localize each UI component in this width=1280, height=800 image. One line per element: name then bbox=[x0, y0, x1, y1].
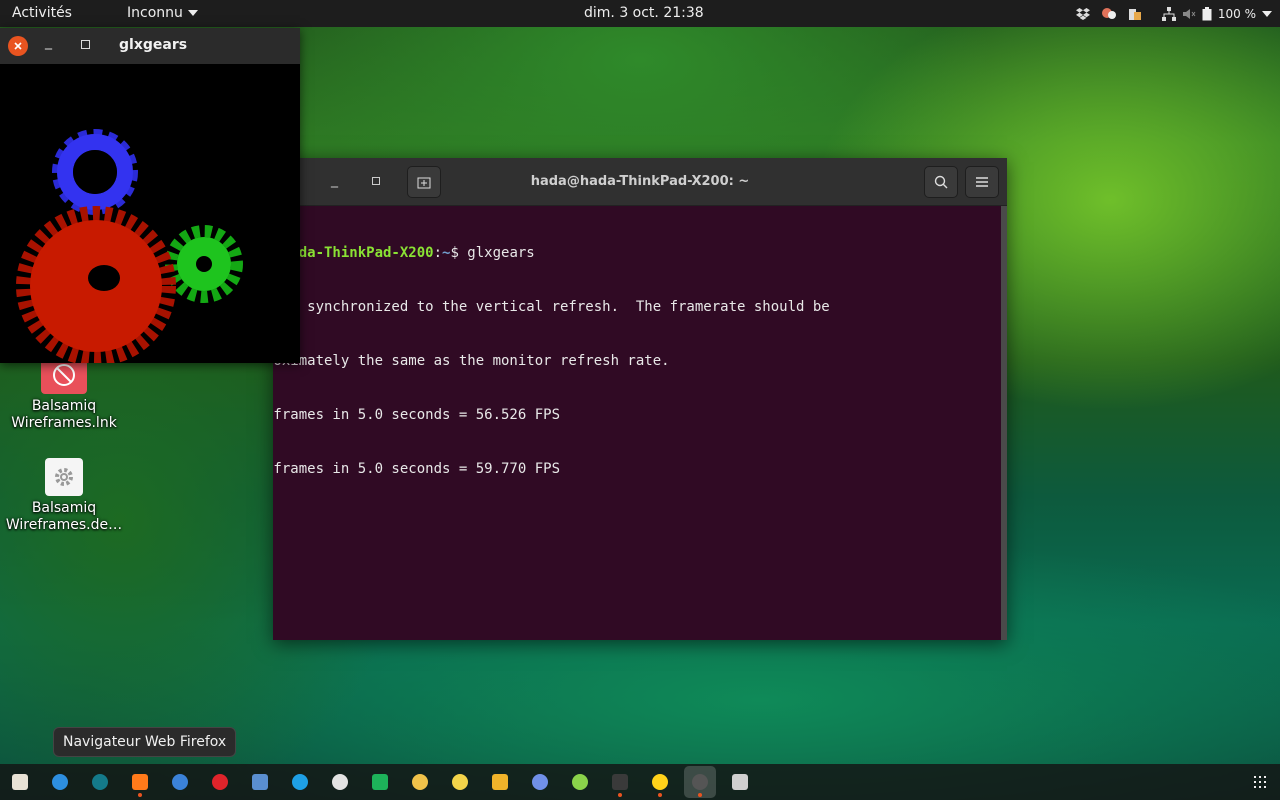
editor-icon bbox=[652, 774, 668, 790]
dock-app-glxgears[interactable] bbox=[684, 766, 716, 798]
running-indicator bbox=[658, 793, 662, 797]
close-icon bbox=[14, 42, 22, 50]
running-indicator bbox=[618, 793, 622, 797]
battery-percent: 100 % bbox=[1217, 6, 1256, 21]
system-status-menu[interactable]: 100 % bbox=[1161, 6, 1272, 21]
glxgears-titlebar[interactable]: _ glxgears bbox=[0, 28, 300, 64]
yellow-app-icon bbox=[412, 774, 428, 790]
terminal-titlebar[interactable]: _ hada@hada-ThinkPad-X200: ~ bbox=[273, 158, 1007, 206]
prompt-command: $ glxgears bbox=[450, 245, 535, 261]
dock-app-editor[interactable] bbox=[644, 766, 676, 798]
notification-icon[interactable] bbox=[1096, 0, 1122, 27]
terminal-line: roximately the same as the monitor refre… bbox=[273, 353, 670, 369]
desktop-icon-label: Wireframes.lnk bbox=[11, 415, 117, 431]
dock-app-slack[interactable] bbox=[324, 766, 356, 798]
firefox-icon bbox=[132, 774, 148, 790]
glxgears-icon bbox=[692, 774, 708, 790]
dock-app-gitkraken[interactable] bbox=[84, 766, 116, 798]
app-menu-label: Inconnu bbox=[127, 5, 183, 21]
dock-app-terminal[interactable] bbox=[604, 766, 636, 798]
dock-app-disk[interactable] bbox=[724, 766, 756, 798]
chevron-down-icon bbox=[187, 10, 198, 16]
slack-icon bbox=[332, 774, 348, 790]
running-indicator bbox=[138, 793, 142, 797]
files-icon bbox=[12, 774, 28, 790]
terminal-prompt-line: a@hada-ThinkPad-X200:~$ glxgears bbox=[273, 244, 1001, 262]
dock-app-archive[interactable] bbox=[484, 766, 516, 798]
glxgears-title: glxgears bbox=[119, 37, 188, 53]
dock-app-notes[interactable] bbox=[444, 766, 476, 798]
dock-app-files[interactable] bbox=[4, 766, 36, 798]
dock-app-vscode[interactable] bbox=[44, 766, 76, 798]
dock-app-yellow-app[interactable] bbox=[404, 766, 436, 798]
desktop-icon-label: Balsamiq bbox=[31, 500, 97, 516]
terminal-icon bbox=[612, 774, 628, 790]
terminal-line: frames in 5.0 seconds = 59.770 FPS bbox=[273, 461, 561, 477]
desktop-icon-balsamiq-desktop[interactable]: Balsamiq Wireframes.de… bbox=[1, 458, 127, 534]
opera-icon bbox=[212, 774, 228, 790]
disk-icon bbox=[732, 774, 748, 790]
volume-muted-icon bbox=[1182, 8, 1196, 19]
clock[interactable]: dim. 3 oct. 21:38 bbox=[584, 5, 704, 21]
search-button[interactable] bbox=[924, 166, 958, 198]
terminal-output[interactable]: a@hada-ThinkPad-X200:~$ glxgears ning sy… bbox=[273, 206, 1001, 640]
hamburger-menu-button[interactable] bbox=[965, 166, 999, 198]
vscode-icon bbox=[52, 774, 68, 790]
earth-icon bbox=[252, 774, 268, 790]
show-applications-icon[interactable] bbox=[1254, 776, 1266, 788]
app-menu[interactable]: Inconnu bbox=[127, 5, 198, 21]
battery-icon bbox=[1202, 6, 1212, 20]
clipboard-icon[interactable] bbox=[1122, 0, 1148, 27]
screenshot-icon bbox=[532, 774, 548, 790]
dock bbox=[0, 764, 1280, 800]
archive-icon bbox=[492, 774, 508, 790]
maximize-button[interactable] bbox=[81, 40, 90, 49]
dock-app-yandex[interactable] bbox=[364, 766, 396, 798]
network-icon bbox=[1161, 6, 1176, 21]
gears-render bbox=[16, 129, 243, 363]
close-button[interactable] bbox=[8, 36, 28, 56]
gitkraken-icon bbox=[92, 774, 108, 790]
glxgears-window: _ glxgears bbox=[0, 28, 300, 363]
dock-tooltip: Navigateur Web Firefox bbox=[53, 727, 237, 757]
terminal-line: ning synchronized to the vertical refres… bbox=[273, 299, 830, 315]
dock-app-chromium[interactable] bbox=[164, 766, 196, 798]
terminal-title: hada@hada-ThinkPad-X200: ~ bbox=[530, 174, 750, 189]
top-bar: Activités Inconnu dim. 3 oct. 21:38 100 … bbox=[0, 0, 1280, 27]
dropbox-icon[interactable] bbox=[1070, 0, 1096, 27]
prompt-separator: : bbox=[433, 245, 443, 261]
green-gear bbox=[165, 225, 243, 303]
yandex-icon bbox=[372, 774, 388, 790]
blue-gear bbox=[52, 129, 138, 215]
dock-app-skype[interactable] bbox=[284, 766, 316, 798]
chevron-down-icon bbox=[1262, 10, 1272, 17]
red-gear bbox=[16, 206, 176, 363]
dock-app-firefox[interactable] bbox=[124, 766, 156, 798]
chromium-icon bbox=[172, 774, 188, 790]
running-indicator bbox=[698, 793, 702, 797]
dock-app-android[interactable] bbox=[564, 766, 596, 798]
terminal-window: _ hada@hada-ThinkPad-X200: ~ a@hada-Thin… bbox=[273, 158, 1007, 640]
desktop-icon-balsamiq-lnk[interactable]: Balsamiq Wireframes.lnk bbox=[1, 356, 127, 432]
desktop-icon-label: Wireframes.de… bbox=[5, 517, 123, 533]
gear-icon bbox=[45, 458, 83, 496]
search-icon bbox=[934, 175, 948, 189]
activities-button[interactable]: Activités bbox=[12, 5, 72, 21]
notes-icon bbox=[452, 774, 468, 790]
minimize-button[interactable]: _ bbox=[45, 34, 52, 50]
system-tray: 100 % bbox=[1070, 0, 1272, 27]
dock-app-earth[interactable] bbox=[244, 766, 276, 798]
skype-icon bbox=[292, 774, 308, 790]
android-icon bbox=[572, 774, 588, 790]
dock-app-screenshot[interactable] bbox=[524, 766, 556, 798]
dock-app-opera[interactable] bbox=[204, 766, 236, 798]
hamburger-icon bbox=[976, 177, 988, 187]
terminal-line: frames in 5.0 seconds = 56.526 FPS bbox=[273, 407, 561, 423]
terminal-scrollbar[interactable] bbox=[1001, 206, 1007, 640]
desktop-icon-label: Balsamiq bbox=[31, 398, 97, 414]
